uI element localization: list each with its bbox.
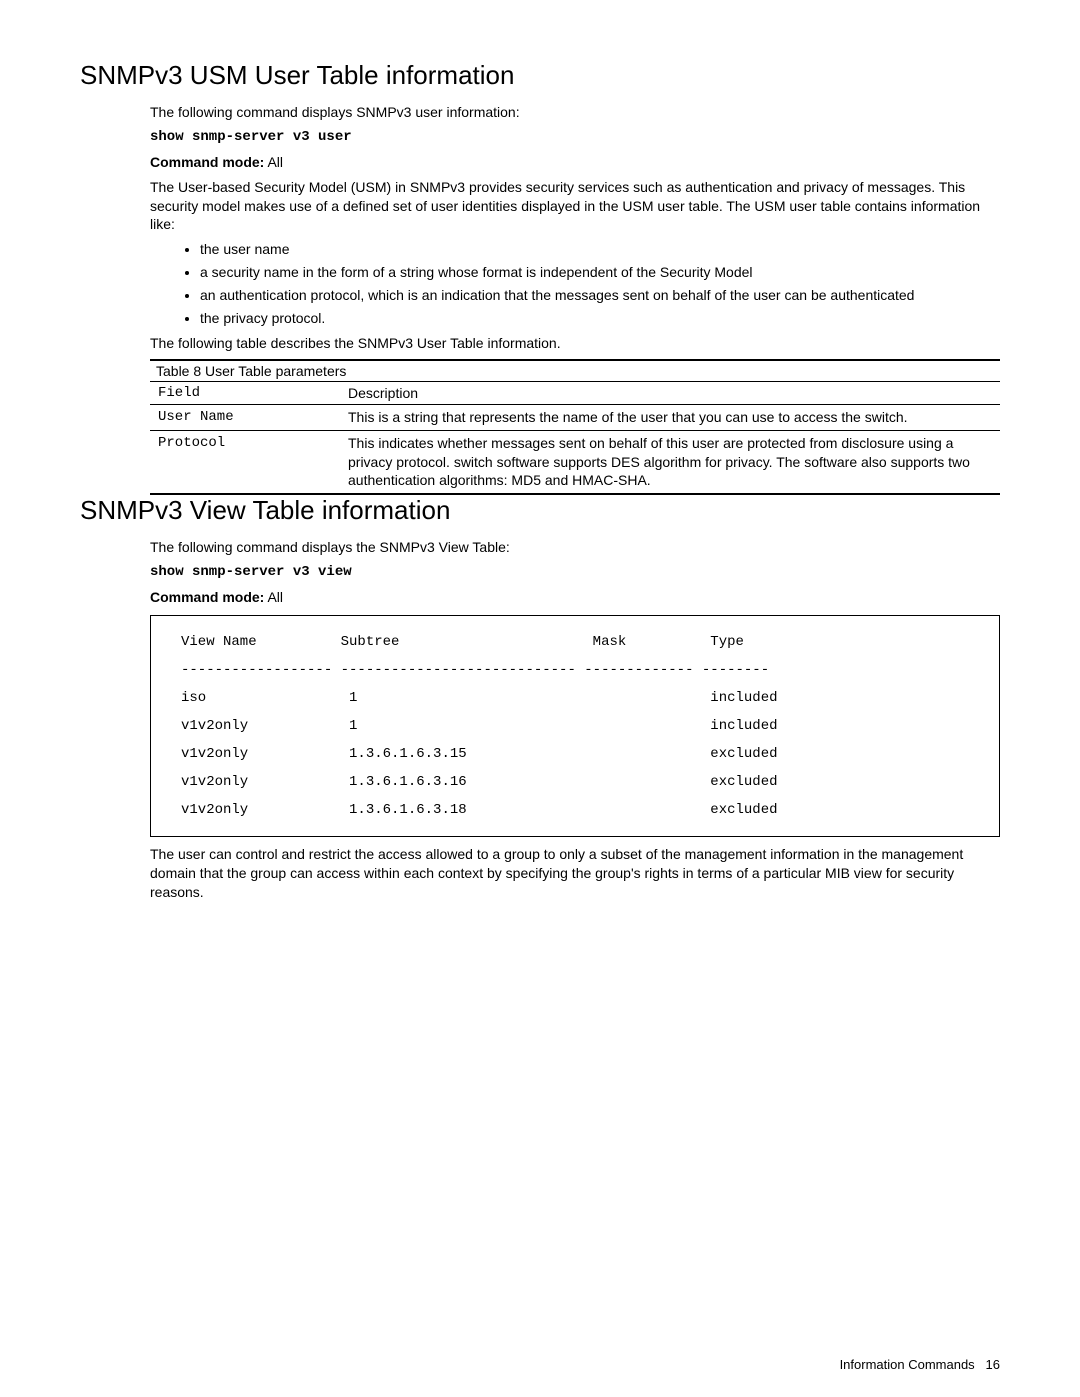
- section2-command: show snmp-server v3 view: [150, 563, 1000, 582]
- view-table-output: View Name Subtree Mask Type ------------…: [150, 615, 1000, 837]
- section2-mode: Command mode: All: [150, 588, 1000, 607]
- section1-command: show snmp-server v3 user: [150, 128, 1000, 147]
- section2-para1: The user can control and restrict the ac…: [150, 845, 1000, 902]
- section1-bullet-list: the user name a security name in the for…: [150, 240, 1000, 328]
- table-row: User Name This is a string that represen…: [150, 404, 1000, 430]
- section2-mode-value: All: [264, 589, 283, 605]
- section1-mode-label: Command mode:: [150, 154, 264, 170]
- list-item: the privacy protocol.: [200, 309, 1000, 328]
- section1-intro: The following command displays SNMPv3 us…: [150, 103, 1000, 122]
- section2-mode-label: Command mode:: [150, 589, 264, 605]
- section1-para1: The User-based Security Model (USM) in S…: [150, 178, 1000, 235]
- table-cell-desc: This is a string that represents the nam…: [340, 404, 1000, 430]
- list-item: an authentication protocol, which is an …: [200, 286, 1000, 305]
- section2-title: SNMPv3 View Table information: [80, 495, 1000, 526]
- section1-body: The following command displays SNMPv3 us…: [150, 103, 1000, 495]
- table-row: Protocol This indicates whether messages…: [150, 430, 1000, 494]
- section1-mode: Command mode: All: [150, 153, 1000, 172]
- user-table-params: Table 8 User Table parameters Field Desc…: [150, 359, 1000, 496]
- table-cell-field: Protocol: [150, 430, 340, 494]
- section1-title: SNMPv3 USM User Table information: [80, 60, 1000, 91]
- section2-body: The following command displays the SNMPv…: [150, 538, 1000, 901]
- table-caption: Table 8 User Table parameters: [150, 359, 1000, 381]
- footer-label: Information Commands: [840, 1357, 975, 1372]
- page-footer: Information Commands 16: [840, 1357, 1000, 1372]
- section1-para2: The following table describes the SNMPv3…: [150, 334, 1000, 353]
- list-item: the user name: [200, 240, 1000, 259]
- table-cell-desc: This indicates whether messages sent on …: [340, 430, 1000, 494]
- section1-mode-value: All: [264, 154, 283, 170]
- section2-intro: The following command displays the SNMPv…: [150, 538, 1000, 557]
- footer-page: 16: [986, 1357, 1000, 1372]
- table-cell-field: User Name: [150, 404, 340, 430]
- table-header-desc: Description: [340, 381, 1000, 404]
- list-item: a security name in the form of a string …: [200, 263, 1000, 282]
- table-header-field: Field: [150, 381, 340, 404]
